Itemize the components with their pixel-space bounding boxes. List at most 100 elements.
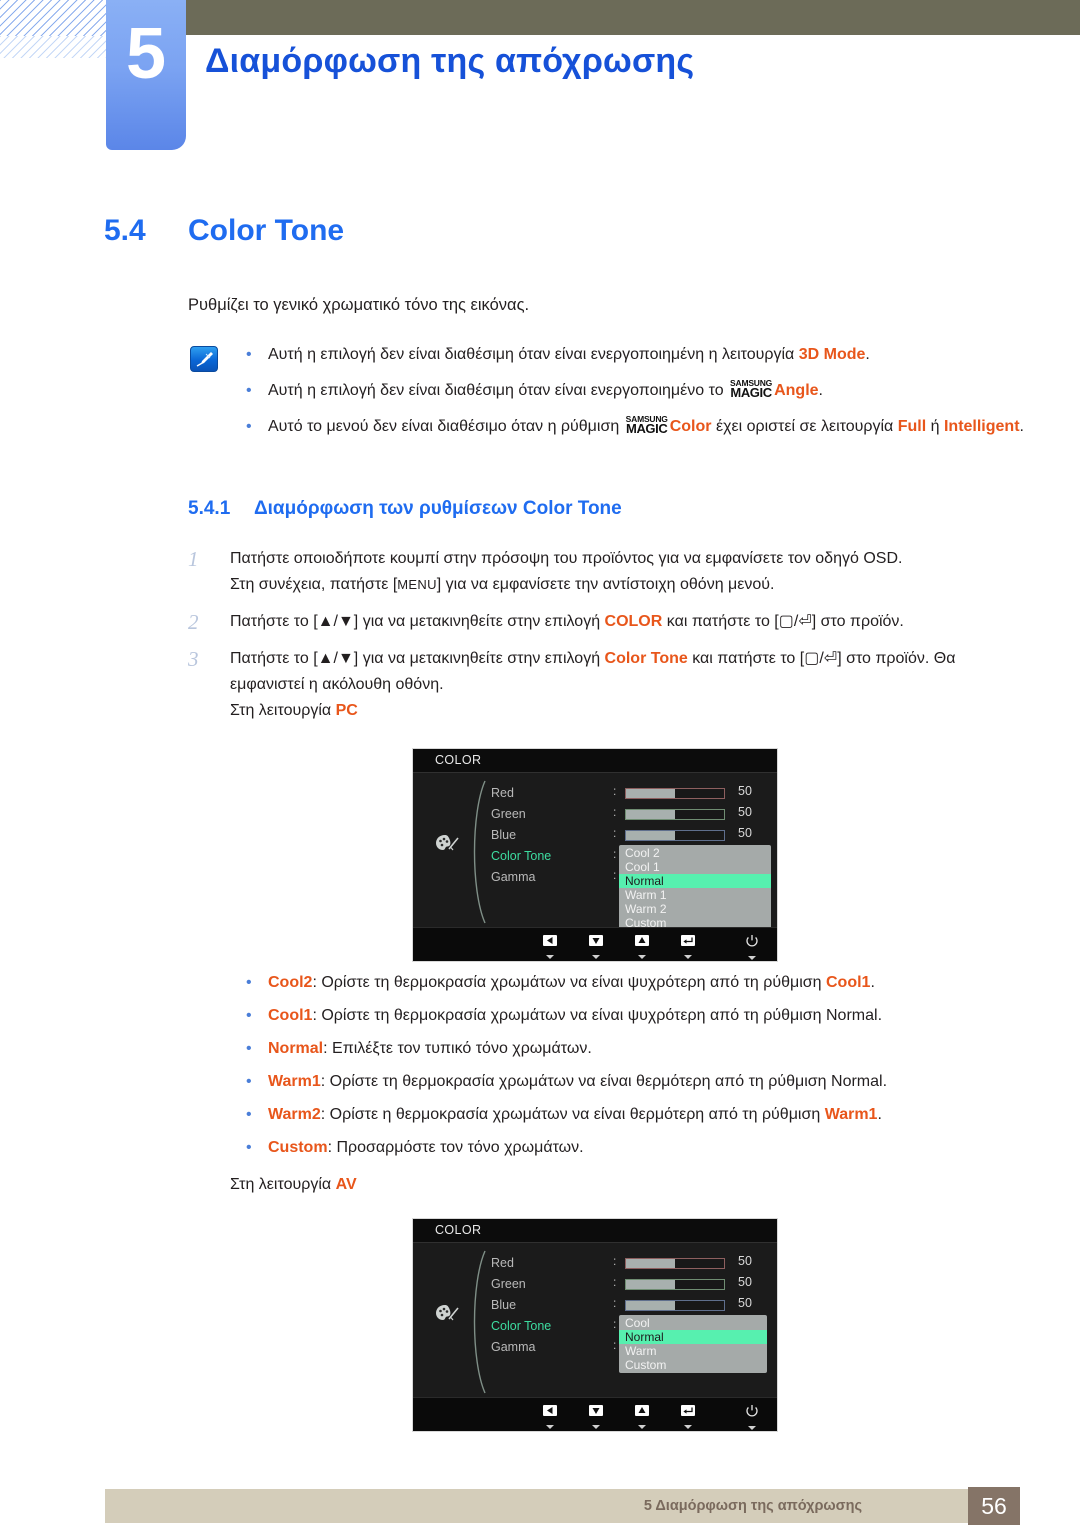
step-number: 1 (188, 547, 199, 571)
dropdown-option-warm2[interactable]: Warm 2 (619, 902, 771, 916)
page-number: 56 (981, 1493, 1007, 1519)
osd-item-green[interactable]: Green (491, 1274, 551, 1295)
dropdown-option-custom[interactable]: Custom (619, 1358, 767, 1372)
step-number: 3 (188, 647, 199, 671)
caret-icon (546, 1425, 554, 1429)
tone-sep: : (323, 1040, 333, 1057)
left-triangle-icon[interactable] (541, 934, 559, 959)
tone-bullet-list: Cool2: Ορίστε τη θερμοκρασία χρωμάτων να… (246, 970, 1046, 1168)
osd-colon: : (613, 1275, 617, 1289)
step-accent-color: COLOR (604, 613, 663, 630)
note-text-pre: Αυτή η επιλογή δεν είναι διαθέσιμη όταν … (268, 382, 729, 399)
tone-bullet-text: Cool1: Ορίστε τη θερμοκρασία χρωμάτων να… (268, 1003, 1046, 1029)
slider-value-red: 50 (738, 784, 752, 798)
samsung-magic-logo: SAMSUNG MAGIC (626, 415, 668, 436)
slider-blue[interactable] (625, 830, 725, 841)
subsection-title: Διαμόρφωση των ρυθμίσεων Color Tone (254, 498, 622, 519)
power-icon[interactable] (743, 1404, 761, 1430)
note-item-text: Αυτή η επιλογή δεν είναι διαθέσιμη όταν … (268, 378, 1046, 404)
dropdown-option-warm1[interactable]: Warm 1 (619, 888, 771, 902)
dropdown-option-warm[interactable]: Warm (619, 1344, 767, 1358)
slider-fill (626, 1280, 675, 1289)
osd-colon: : (613, 1254, 617, 1268)
slider-fill (626, 1301, 675, 1310)
slider-blue[interactable] (625, 1300, 725, 1311)
caret-icon (748, 956, 756, 960)
osd-item-gamma[interactable]: Gamma (491, 1337, 551, 1358)
bullet-icon (246, 378, 268, 404)
up-triangle-icon[interactable] (633, 1404, 651, 1429)
step-item: 2 Πατήστε το [▲/▼] για να μετακινηθείτε … (188, 609, 1018, 635)
osd-item-red[interactable]: Red (491, 783, 551, 804)
bullet-icon (246, 1102, 268, 1128)
note-list: Αυτή η επιλογή δεν είναι διαθέσιμη όταν … (246, 342, 1046, 450)
color-tone-dropdown[interactable]: Cool Normal Warm Custom (619, 1315, 767, 1373)
palette-icon (435, 1303, 461, 1330)
osd-body: Red Green Blue Color Tone Gamma : : : : … (413, 773, 777, 931)
slider-green[interactable] (625, 1279, 725, 1290)
tone-term: Cool2 (268, 974, 313, 991)
note-text-pre: Αυτή η επιλογή δεν είναι διαθέσιμη όταν … (268, 346, 799, 363)
step-list: 1 Πατήστε οποιοδήποτε κουμπί στην πρόσοψ… (188, 546, 1018, 709)
note-text-pre: Αυτό το μενού δεν είναι διαθέσιμο όταν η… (268, 418, 624, 435)
step-text-line2-pre: Στη συνέχεια, πατήστε [ (230, 576, 398, 593)
osd-colon: : (613, 784, 617, 798)
osd-menu-items: Red Green Blue Color Tone Gamma (491, 783, 551, 888)
slider-red[interactable] (625, 788, 725, 799)
tone-term: Normal (268, 1040, 324, 1057)
dropdown-option-cool[interactable]: Cool (619, 1316, 767, 1330)
note-text-post: έχει οριστεί σε λειτουργία (711, 418, 898, 435)
step-item: 1 Πατήστε οποιοδήποτε κουμπί στην πρόσοψ… (188, 546, 1018, 598)
osd-item-blue[interactable]: Blue (491, 825, 551, 846)
list-item: Cool2: Ορίστε τη θερμοκρασία χρωμάτων να… (246, 970, 1046, 996)
slider-red[interactable] (625, 1258, 725, 1269)
step-text-pre: Πατήστε το [▲/▼] για να μετακινηθείτε στ… (230, 613, 605, 630)
tone-bullet-text: Cool2: Ορίστε τη θερμοκρασία χρωμάτων να… (268, 970, 1046, 996)
dropdown-option-cool2[interactable]: Cool 2 (619, 846, 771, 860)
caret-icon (546, 955, 554, 959)
step-accent-color-tone: Color Tone (604, 650, 688, 667)
slider-green[interactable] (625, 809, 725, 820)
caret-icon (748, 1426, 756, 1430)
enter-icon[interactable] (679, 934, 697, 959)
down-triangle-icon[interactable] (587, 934, 605, 959)
step-text: Πατήστε το [▲/▼] για να μετακινηθείτε στ… (230, 646, 1018, 698)
tone-accent: Cool1 (826, 974, 871, 991)
subsection-heading: 5.4.1 Διαμόρφωση των ρυθμίσεων Color Tone (188, 498, 622, 520)
slider-value-green: 50 (738, 1275, 752, 1289)
step-text-post: και πατήστε το [▢/⏎] στο προϊόν. (662, 613, 904, 630)
note-item: Αυτό το μενού δεν είναι διαθέσιμο όταν η… (246, 414, 1046, 440)
osd-item-color-tone[interactable]: Color Tone (491, 1316, 551, 1337)
osd-item-green[interactable]: Green (491, 804, 551, 825)
chapter-number: 5 (125, 14, 167, 94)
osd-item-red[interactable]: Red (491, 1253, 551, 1274)
down-triangle-icon[interactable] (587, 1404, 605, 1429)
note-item: Αυτή η επιλογή δεν είναι διαθέσιμη όταν … (246, 342, 1046, 368)
slider-value-blue: 50 (738, 1296, 752, 1310)
palette-icon (435, 833, 461, 860)
osd-screenshot-av: COLOR Red Green Blue Color Tone Gamma: … (412, 1218, 778, 1432)
osd-item-color-tone[interactable]: Color Tone (491, 846, 551, 867)
dropdown-option-normal[interactable]: Normal (619, 1330, 767, 1344)
tone-desc: Ορίστε τη θερμοκρασία χρωμάτων να είναι … (321, 974, 826, 991)
osd-colon: : (613, 1317, 617, 1331)
tone-sep: : (312, 974, 322, 991)
tone-term: Custom (268, 1139, 328, 1156)
bullet-icon (246, 1135, 268, 1161)
power-icon[interactable] (743, 934, 761, 960)
osd-item-blue[interactable]: Blue (491, 1295, 551, 1316)
left-triangle-icon[interactable] (541, 1404, 559, 1429)
dropdown-option-normal[interactable]: Normal (619, 874, 771, 888)
dropdown-option-cool1[interactable]: Cool 1 (619, 860, 771, 874)
up-triangle-icon[interactable] (633, 934, 651, 959)
step-number: 2 (188, 610, 199, 634)
osd-item-gamma[interactable]: Gamma (491, 867, 551, 888)
step-text-line2-post: ] για να εμφανίσετε την αντίστοιχη οθόνη… (436, 576, 775, 593)
enter-icon[interactable] (679, 1404, 697, 1429)
tone-term: Warm1 (268, 1073, 321, 1090)
note-item: Αυτή η επιλογή δεν είναι διαθέσιμη όταν … (246, 378, 1046, 404)
color-tone-dropdown[interactable]: Cool 2 Cool 1 Normal Warm 1 Warm 2 Custo… (619, 845, 771, 931)
mode-label-pc-accent: PC (335, 702, 358, 719)
osd-arc-decoration (465, 779, 491, 930)
caret-icon (592, 1425, 600, 1429)
